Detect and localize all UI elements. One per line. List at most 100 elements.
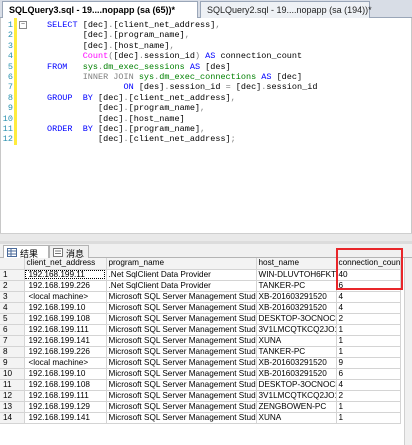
table-cell[interactable]: 192.168.199.108 [24, 379, 107, 391]
column-header[interactable]: connection_count [336, 258, 401, 270]
table-cell[interactable]: XB-201603291520 [256, 357, 337, 369]
row-number[interactable]: 1 [0, 269, 25, 281]
table-cell[interactable]: Microsoft SQL Server Management Studio -… [106, 368, 257, 380]
table-cell[interactable]: Microsoft SQL Server Management Studio -… [106, 412, 257, 424]
table-cell[interactable]: 1 [336, 401, 401, 413]
table-row[interactable]: 13 192.168.199.129 Microsoft SQL Server Ma… [0, 401, 401, 413]
table-cell[interactable]: 2 [336, 313, 401, 325]
row-number[interactable]: 8 [0, 346, 25, 358]
table-cell[interactable]: DESKTOP-3OCNOCB [256, 379, 337, 391]
table-cell[interactable]: XB-201603291520 [256, 368, 337, 380]
table-row[interactable]: 3 <local machine> Microsoft SQL Server Man… [0, 291, 401, 303]
row-number[interactable]: 13 [0, 401, 25, 413]
code-line[interactable]: 4 Count([dec].session_id) AS connection_… [1, 51, 411, 61]
code-line[interactable]: 11 ORDER BY [dec].[program_name], [1, 124, 411, 134]
code-line[interactable]: 8 GROUP BY [dec].[client_net_address], [1, 93, 411, 103]
table-cell[interactable]: .Net SqlClient Data Provider [106, 280, 257, 292]
table-cell[interactable]: Microsoft SQL Server Management Studio -… [106, 357, 257, 369]
table-row[interactable]: 10 192.168.199.10 Microsoft SQL Server Man… [0, 368, 401, 380]
row-number[interactable]: 12 [0, 390, 25, 402]
table-cell[interactable]: 1 [336, 324, 401, 336]
row-number[interactable]: 5 [0, 313, 25, 325]
table-row[interactable]: 6 192.168.199.111 Microsoft SQL Server Man… [0, 324, 401, 336]
table-row[interactable]: 8 192.168.199.226 Microsoft SQL Server Man… [0, 346, 401, 358]
code-line[interactable]: 6 INNER JOIN sys.dm_exec_connections AS … [1, 72, 411, 82]
row-number[interactable]: 3 [0, 291, 25, 303]
code-line[interactable]: 10 [dec].[host_name] [1, 114, 411, 124]
table-cell[interactable]: Microsoft SQL Server Management Studio -… [106, 401, 257, 413]
table-cell[interactable]: 9 [336, 357, 401, 369]
table-cell[interactable]: XB-201603291520 [256, 302, 337, 314]
table-cell[interactable]: 6 [336, 280, 401, 292]
table-cell[interactable]: DESKTOP-3OCNOCB [256, 313, 337, 325]
code-line[interactable]: 12 [dec].[client_net_address]; [1, 134, 411, 144]
results-grid[interactable]: client_net_address program_name host_nam… [0, 258, 412, 445]
table-cell[interactable]: 3V1LMCQTKCQ2JO1 [256, 324, 337, 336]
table-cell[interactable]: Microsoft SQL Server Management Studio [106, 346, 257, 358]
grid-vertical-scrollbar[interactable] [404, 258, 412, 445]
table-cell[interactable]: Microsoft SQL Server Management Studio [106, 324, 257, 336]
table-row[interactable]: 5 192.168.199.108 Microsoft SQL Server Man… [0, 313, 401, 325]
table-cell[interactable]: XUNA [256, 412, 337, 424]
table-cell[interactable]: 192.168.199.11 [24, 269, 107, 281]
table-cell[interactable]: 192.168.199.10 [24, 302, 107, 314]
row-number[interactable]: 10 [0, 368, 25, 380]
table-row[interactable]: 4 192.168.199.10 Microsoft SQL Server Mana… [0, 302, 401, 314]
table-cell[interactable]: 6 [336, 368, 401, 380]
table-cell[interactable]: WIN-DLUVTOH6FKT [256, 269, 337, 281]
code-line[interactable]: 2 [dec].[program_name], [1, 30, 411, 40]
corner-cell[interactable] [0, 258, 25, 270]
table-cell[interactable]: <local machine> [24, 357, 107, 369]
code-line[interactable]: 5 FROM sys.dm_exec_sessions AS [des] [1, 62, 411, 72]
row-number[interactable]: 11 [0, 379, 25, 391]
table-row[interactable]: 7 192.168.199.141 Microsoft SQL Server Man… [0, 335, 401, 347]
table-cell[interactable]: ZENGBOWEN-PC [256, 401, 337, 413]
table-cell[interactable]: 3V1LMCQTKCQ2JO1 [256, 390, 337, 402]
table-cell[interactable]: <local machine> [24, 291, 107, 303]
table-cell[interactable]: 4 [336, 302, 401, 314]
table-cell[interactable]: 192.168.199.226 [24, 346, 107, 358]
table-cell[interactable]: 1 [336, 346, 401, 358]
tab-results[interactable]: 结果 [3, 245, 49, 259]
table-cell[interactable]: 192.168.199.226 [24, 280, 107, 292]
code-line[interactable]: 1− SELECT [dec].[client_net_address], [1, 20, 411, 30]
table-cell[interactable]: 192.168.199.141 [24, 335, 107, 347]
column-header[interactable]: client_net_address [24, 258, 107, 270]
table-cell[interactable]: 4 [336, 379, 401, 391]
collapse-icon[interactable]: − [19, 21, 27, 29]
table-cell[interactable]: 1 [336, 412, 401, 424]
table-cell[interactable]: 192.168.199.129 [24, 401, 107, 413]
row-number[interactable]: 2 [0, 280, 25, 292]
table-cell[interactable]: 192.168.199.10 [24, 368, 107, 380]
code-line[interactable]: 9 [dec].[program_name], [1, 103, 411, 113]
row-number[interactable]: 7 [0, 335, 25, 347]
column-header[interactable]: host_name [256, 258, 337, 270]
table-cell[interactable]: TANKER-PC [256, 280, 337, 292]
table-cell[interactable]: 192.168.199.141 [24, 412, 107, 424]
table-cell[interactable]: XB-201603291520 [256, 291, 337, 303]
table-cell[interactable]: 40 [336, 269, 401, 281]
row-number[interactable]: 4 [0, 302, 25, 314]
table-cell[interactable]: .Net SqlClient Data Provider [106, 269, 257, 281]
table-cell[interactable]: 192.168.199.111 [24, 390, 107, 402]
table-row[interactable]: 12 192.168.199.111 Microsoft SQL Server Ma… [0, 390, 401, 402]
table-cell[interactable]: 192.168.199.108 [24, 313, 107, 325]
table-cell[interactable]: Microsoft SQL Server Management Studio -… [106, 390, 257, 402]
row-number[interactable]: 6 [0, 324, 25, 336]
row-number[interactable]: 9 [0, 357, 25, 369]
tab-sqlquery2[interactable]: SQLQuery2.sql - 19....nopapp (sa (194))* [200, 1, 372, 18]
table-row[interactable]: 11 192.168.199.108 Microsoft SQL Server Ma… [0, 379, 401, 391]
code-line[interactable]: 3 [dec].[host_name], [1, 41, 411, 51]
table-cell[interactable]: 1 [336, 335, 401, 347]
table-row[interactable]: 2 192.168.199.226 .Net SqlClient Data Prov… [0, 280, 401, 292]
table-row[interactable]: 1 192.168.199.11 .Net SqlClient Data Provi… [0, 269, 401, 281]
sql-editor[interactable]: 1− SELECT [dec].[client_net_address], 2 [d… [0, 18, 412, 233]
table-cell[interactable]: TANKER-PC [256, 346, 337, 358]
column-header[interactable]: program_name [106, 258, 257, 270]
editor-horizontal-scrollbar[interactable] [0, 233, 412, 241]
table-cell[interactable]: 4 [336, 291, 401, 303]
table-cell[interactable]: Microsoft SQL Server Management Studio [106, 302, 257, 314]
code-line[interactable]: 7 ON [des].session_id = [dec].session_id [1, 82, 411, 92]
table-row[interactable]: 14 192.168.199.141 Microsoft SQL Server Ma… [0, 412, 401, 424]
table-row[interactable]: 9 <local machine> Microsoft SQL Server Man… [0, 357, 401, 369]
